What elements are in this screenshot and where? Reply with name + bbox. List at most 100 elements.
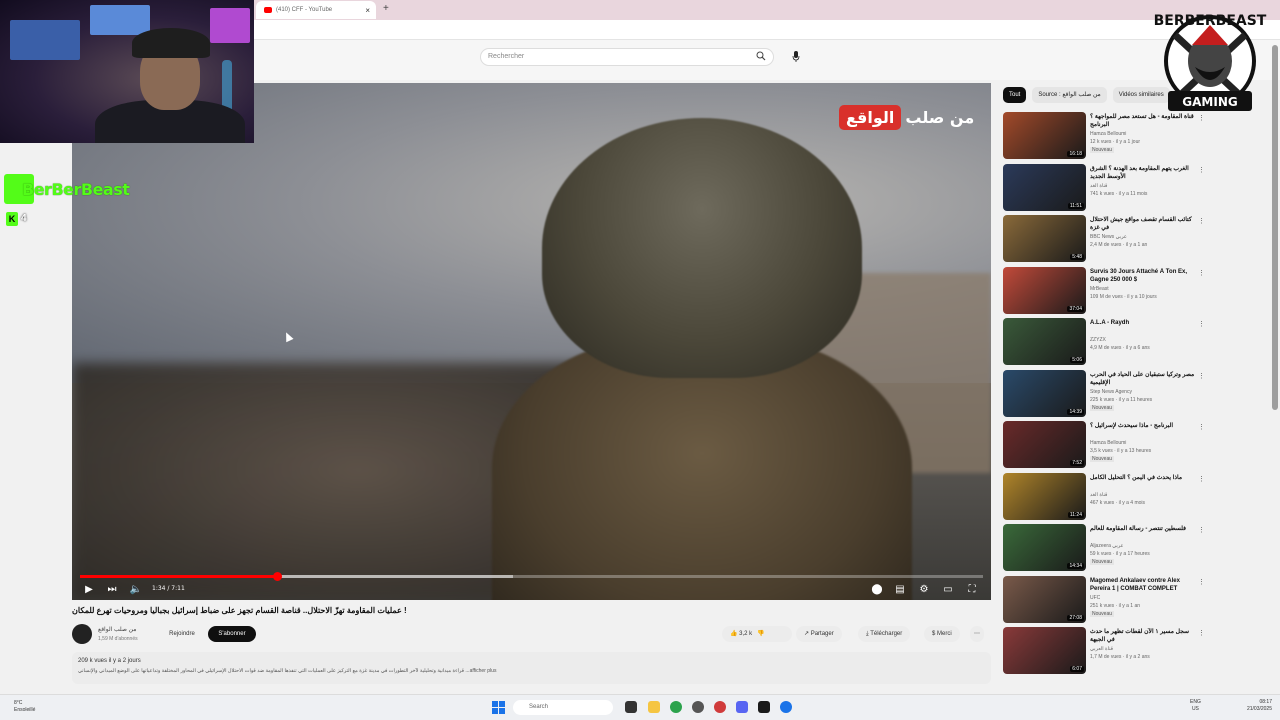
recommended-video-title[interactable]: البرنامج - ماذا سيحدث لإسرائيل ؟: [1090, 422, 1195, 430]
chip-source[interactable]: Source : من صلب الواقع: [1032, 87, 1107, 103]
webcam-monitor: [90, 5, 150, 35]
kebab-menu-icon[interactable]: ⋮: [1198, 629, 1205, 637]
taskbar-clock[interactable]: 08:17 21/03/2025: [1232, 699, 1272, 713]
search-input[interactable]: Rechercher: [480, 48, 774, 66]
kebab-menu-icon[interactable]: ⋮: [1198, 423, 1205, 431]
scrollbar[interactable]: [1272, 45, 1278, 410]
video-thumbnail[interactable]: 16:18: [1003, 112, 1086, 159]
recommended-video[interactable]: 14:39 مصر وتركيا ستبقيان على الحياد في ال…: [1003, 369, 1205, 418]
file-explorer-icon[interactable]: [648, 701, 660, 713]
app-icon[interactable]: [714, 701, 726, 713]
description-text[interactable]: قراءة ميدانية وتحليلية لآخر التطورات في …: [78, 668, 978, 674]
recommended-video-channel[interactable]: قناة الغد: [1090, 492, 1107, 498]
browser-tab[interactable]: (410) CFF - YouTube ×: [256, 1, 376, 19]
recommended-video-title[interactable]: A.L.A - Raydh: [1090, 319, 1195, 327]
recommended-video-channel[interactable]: Step News Agency: [1090, 389, 1132, 395]
download-label: Télécharger: [870, 631, 903, 637]
recommended-video[interactable]: 7:52 البرنامج - ماذا سيحدث لإسرائيل ؟ Hamz…: [1003, 421, 1205, 469]
recommended-video-title[interactable]: سجل مسير ١ الآن لقطات تظهر ما حدث في الج…: [1090, 628, 1195, 644]
video-thumbnail[interactable]: 14:39: [1003, 369, 1086, 417]
recommended-video-title[interactable]: Survis 30 Jours Attaché À Ton Ex, Gagne …: [1090, 268, 1195, 284]
kebab-menu-icon[interactable]: ⋮: [1198, 166, 1205, 174]
chrome-icon[interactable]: [670, 701, 682, 713]
video-thumbnail[interactable]: 5:06: [1003, 318, 1086, 365]
kebab-menu-icon[interactable]: ⋮: [1198, 217, 1205, 225]
subtitles-icon[interactable]: ▤: [893, 582, 907, 596]
kebab-menu-icon[interactable]: ⋮: [1198, 526, 1205, 534]
clock-date: 21/03/2025: [1246, 706, 1272, 712]
more-actions-button[interactable]: ⋯: [970, 626, 984, 642]
kebab-menu-icon[interactable]: ⋮: [1198, 475, 1205, 483]
weather-widget[interactable]: 8°C Ensoleillé: [14, 700, 35, 714]
settings-gear-icon[interactable]: ⚙: [917, 582, 931, 596]
edge-icon[interactable]: [780, 701, 792, 713]
channel-avatar[interactable]: [72, 624, 92, 644]
join-button[interactable]: Rejoindre: [160, 626, 204, 642]
share-label: Partager: [810, 631, 834, 637]
recommended-video[interactable]: 11:24 ماذا يحدث في اليمن ؟ التحليل الكامل…: [1003, 472, 1205, 521]
thanks-button[interactable]: $ Merci: [924, 626, 960, 642]
theater-mode-icon[interactable]: ▭: [941, 582, 955, 596]
video-thumbnail[interactable]: 6:07: [1003, 627, 1086, 674]
autoplay-toggle-icon[interactable]: ⬤: [868, 582, 886, 596]
video-thumbnail[interactable]: 11:51: [1003, 163, 1086, 211]
recommended-video-title[interactable]: ماذا يحدث في اليمن ؟ التحليل الكامل: [1090, 474, 1195, 482]
microphone-icon[interactable]: [792, 51, 800, 62]
recommended-video[interactable]: 14:34 فلسطين تنتصر - رسالة المقاومة للعال…: [1003, 524, 1205, 572]
video-thumbnail[interactable]: 37:04: [1003, 266, 1086, 314]
recommended-video-channel[interactable]: قناة العربي: [1090, 646, 1113, 652]
subscribe-button[interactable]: S'abonner: [208, 626, 256, 642]
recommended-video[interactable]: 16:18 قناة المقاومة - هل تستعد مصر للمواج…: [1003, 112, 1205, 160]
recommended-video-title[interactable]: فلسطين تنتصر - رسالة المقاومة للعالم: [1090, 525, 1195, 533]
recommended-video[interactable]: 6:07 سجل مسير ١ الآن لقطات تظهر ما حدث في…: [1003, 627, 1205, 675]
kebab-menu-icon[interactable]: ⋮: [1198, 372, 1205, 380]
recommended-video[interactable]: 5:48 كتائب القسام تقصف مواقع جيش الاحتلال…: [1003, 215, 1205, 263]
recommended-video-title[interactable]: Magomed Ankalaev contre Alex Pereira 1 |…: [1090, 577, 1195, 593]
recommended-video-channel[interactable]: Aljazeera عربي: [1090, 543, 1124, 549]
volume-icon[interactable]: 🔈: [129, 582, 143, 596]
tab-close-icon[interactable]: ×: [365, 6, 370, 15]
next-icon[interactable]: ⏭: [105, 582, 119, 596]
chip-all[interactable]: Tout: [1003, 87, 1027, 103]
video-thumbnail[interactable]: 11:24: [1003, 472, 1086, 520]
recommended-video-channel[interactable]: MrBeast: [1090, 286, 1109, 292]
recommended-video-channel[interactable]: قناة الغد: [1090, 183, 1107, 189]
recommended-video[interactable]: 5:06 A.L.A - Raydh ZZYZX 4,9 M de vues · il…: [1003, 318, 1205, 366]
video-thumbnail[interactable]: 27:08: [1003, 575, 1086, 623]
like-dislike-button[interactable]: 👍 3,2 k 👎: [722, 626, 792, 642]
recommended-video[interactable]: 37:04 Survis 30 Jours Attaché À Ton Ex, G…: [1003, 266, 1205, 315]
recommended-video-channel[interactable]: Hamza Belloumi: [1090, 131, 1126, 137]
new-tab-button[interactable]: +: [383, 3, 389, 14]
kebab-menu-icon[interactable]: ⋮: [1198, 578, 1205, 586]
recommended-video-channel[interactable]: ZZYZX: [1090, 337, 1106, 343]
share-button[interactable]: ↗ Partager: [796, 626, 842, 642]
language-indicator[interactable]: ENG US: [1190, 699, 1201, 713]
brand-logo-bottom-text: GAMING: [1182, 95, 1237, 109]
search-icon[interactable]: [756, 51, 766, 61]
windows-start-icon[interactable]: [492, 701, 505, 714]
taskbar-search-input[interactable]: Search: [513, 700, 613, 715]
fullscreen-icon[interactable]: ⛶: [965, 582, 979, 596]
discord-icon[interactable]: [736, 701, 748, 713]
recommended-video-title[interactable]: كتائب القسام تقصف مواقع جيش الاحتلال في …: [1090, 216, 1195, 232]
obs-icon[interactable]: [692, 701, 704, 713]
recommended-video[interactable]: 27:08 Magomed Ankalaev contre Alex Pereir…: [1003, 575, 1205, 624]
video-player[interactable]: الواقع من صلب: [72, 83, 991, 600]
kebab-menu-icon[interactable]: ⋮: [1198, 269, 1205, 277]
video-thumbnail[interactable]: 5:48: [1003, 215, 1086, 262]
kebab-menu-icon[interactable]: ⋮: [1198, 320, 1205, 328]
recommended-video-channel[interactable]: UFC: [1090, 595, 1100, 601]
task-view-icon[interactable]: [625, 701, 637, 713]
recommended-video[interactable]: 11:51 الغرب يتهم المقاومة بعد الهدنة ؟ ال…: [1003, 163, 1205, 212]
video-thumbnail[interactable]: 14:34: [1003, 524, 1086, 571]
recommended-video-channel[interactable]: BBC News عربي: [1090, 234, 1127, 240]
download-button[interactable]: ⤓ Télécharger: [858, 626, 911, 642]
video-thumbnail[interactable]: 7:52: [1003, 421, 1086, 468]
channel-name[interactable]: من صلب الواقع: [98, 626, 136, 633]
kick-app-icon[interactable]: [758, 701, 770, 713]
recommended-video-title[interactable]: مصر وتركيا ستبقيان على الحياد في الحرب ا…: [1090, 371, 1195, 387]
recommended-video-title[interactable]: الغرب يتهم المقاومة بعد الهدنة ؟ الشرق ا…: [1090, 165, 1195, 181]
webcam-overlay: [0, 0, 254, 143]
recommended-video-channel[interactable]: Hamza Belloumi: [1090, 440, 1126, 446]
play-icon[interactable]: ▶: [82, 582, 96, 596]
